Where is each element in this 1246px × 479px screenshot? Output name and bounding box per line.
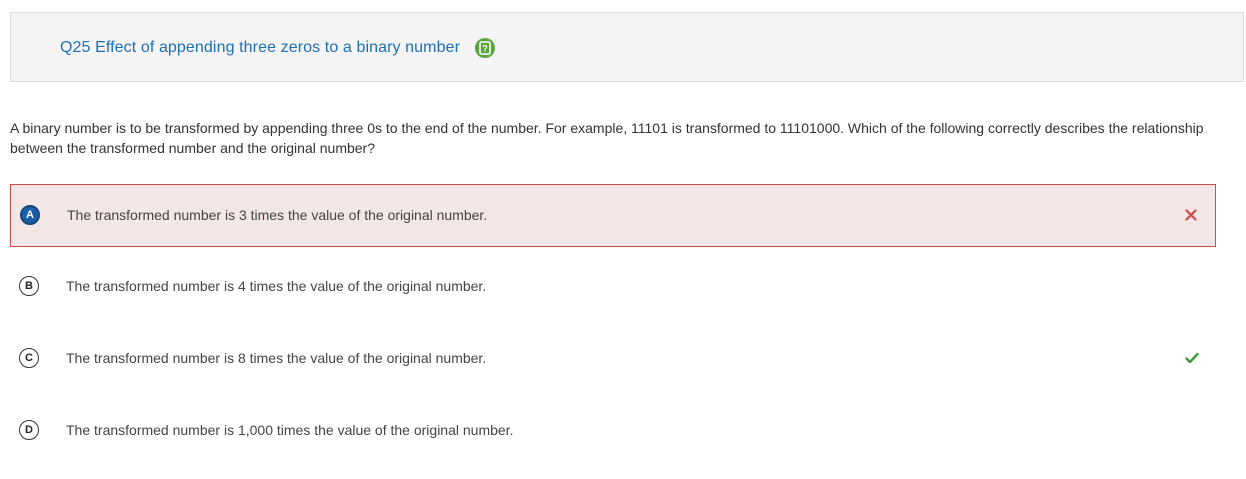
option-c[interactable]: C The transformed number is 8 times the … <box>10 328 1216 391</box>
question-title: Q25 Effect of appending three zeros to a… <box>60 39 461 56</box>
svg-text:?: ? <box>482 44 488 54</box>
question-text: A binary number is to be transformed by … <box>10 120 1204 156</box>
option-b[interactable]: B The transformed number is 4 times the … <box>10 256 1216 319</box>
option-d[interactable]: D The transformed number is 1,000 times … <box>10 400 1216 463</box>
question-header: Q25 Effect of appending three zeros to a… <box>10 12 1244 82</box>
option-text-b: The transformed number is 4 times the va… <box>66 278 487 294</box>
option-text-d: The transformed number is 1,000 times th… <box>66 422 514 438</box>
x-icon <box>1181 205 1201 225</box>
help-question-icon[interactable]: ? <box>475 38 495 58</box>
option-letter-b: B <box>19 276 39 296</box>
question-page: Q25 Effect of appending three zeros to a… <box>0 0 1246 479</box>
option-letter-c: C <box>19 348 39 368</box>
check-icon <box>1182 348 1202 368</box>
option-a[interactable]: A The transformed number is 3 times the … <box>10 184 1216 247</box>
option-text-a: The transformed number is 3 times the va… <box>67 207 488 223</box>
option-letter-a: A <box>20 205 40 225</box>
option-text-c: The transformed number is 8 times the va… <box>66 350 487 366</box>
option-letter-d: D <box>19 420 39 440</box>
